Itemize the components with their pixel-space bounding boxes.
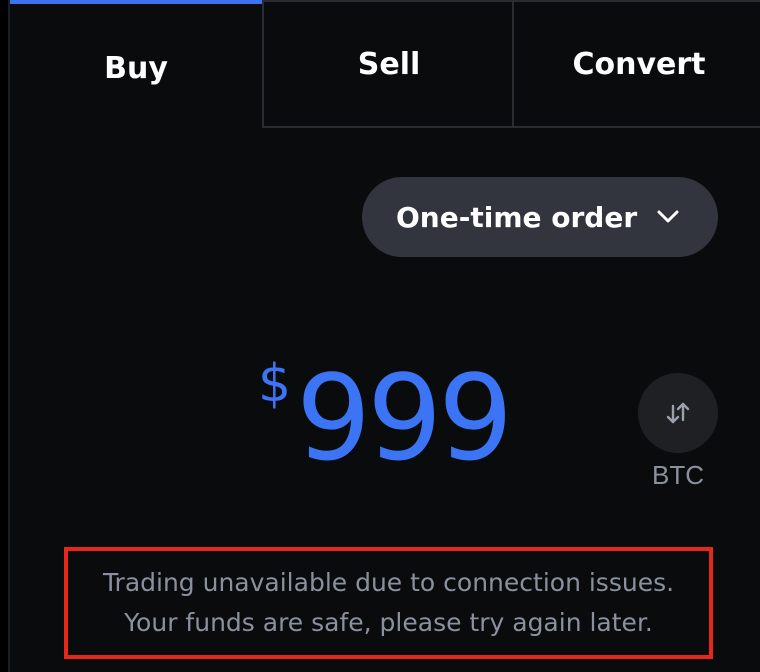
tab-convert[interactable]: Convert — [512, 0, 760, 128]
status-message-line-1: Trading unavailable due to connection is… — [102, 568, 675, 597]
amount-value: 999 — [296, 349, 513, 487]
order-type-dropdown[interactable]: One-time order — [362, 177, 718, 257]
swap-currency-label: BTC — [652, 460, 704, 490]
chevron-down-icon — [657, 210, 679, 223]
tab-buy[interactable]: Buy — [10, 0, 262, 128]
currency-symbol: $ — [258, 354, 292, 414]
tab-sell[interactable]: Sell — [262, 0, 514, 128]
status-message-line-2: Your funds are safe, please try again la… — [124, 608, 653, 637]
trade-panel: Buy Sell Convert One-time order $ 999 BT… — [8, 0, 760, 672]
status-message: Trading unavailable due to connection is… — [64, 547, 713, 659]
swap-arrows-icon — [666, 402, 690, 424]
trade-tabs: Buy Sell Convert — [10, 0, 760, 128]
tab-buy-label: Buy — [104, 50, 168, 86]
swap-currency-button[interactable] — [638, 373, 718, 453]
tab-sell-label: Sell — [357, 46, 421, 82]
order-type-label: One-time order — [396, 200, 638, 234]
tab-convert-label: Convert — [572, 46, 706, 82]
